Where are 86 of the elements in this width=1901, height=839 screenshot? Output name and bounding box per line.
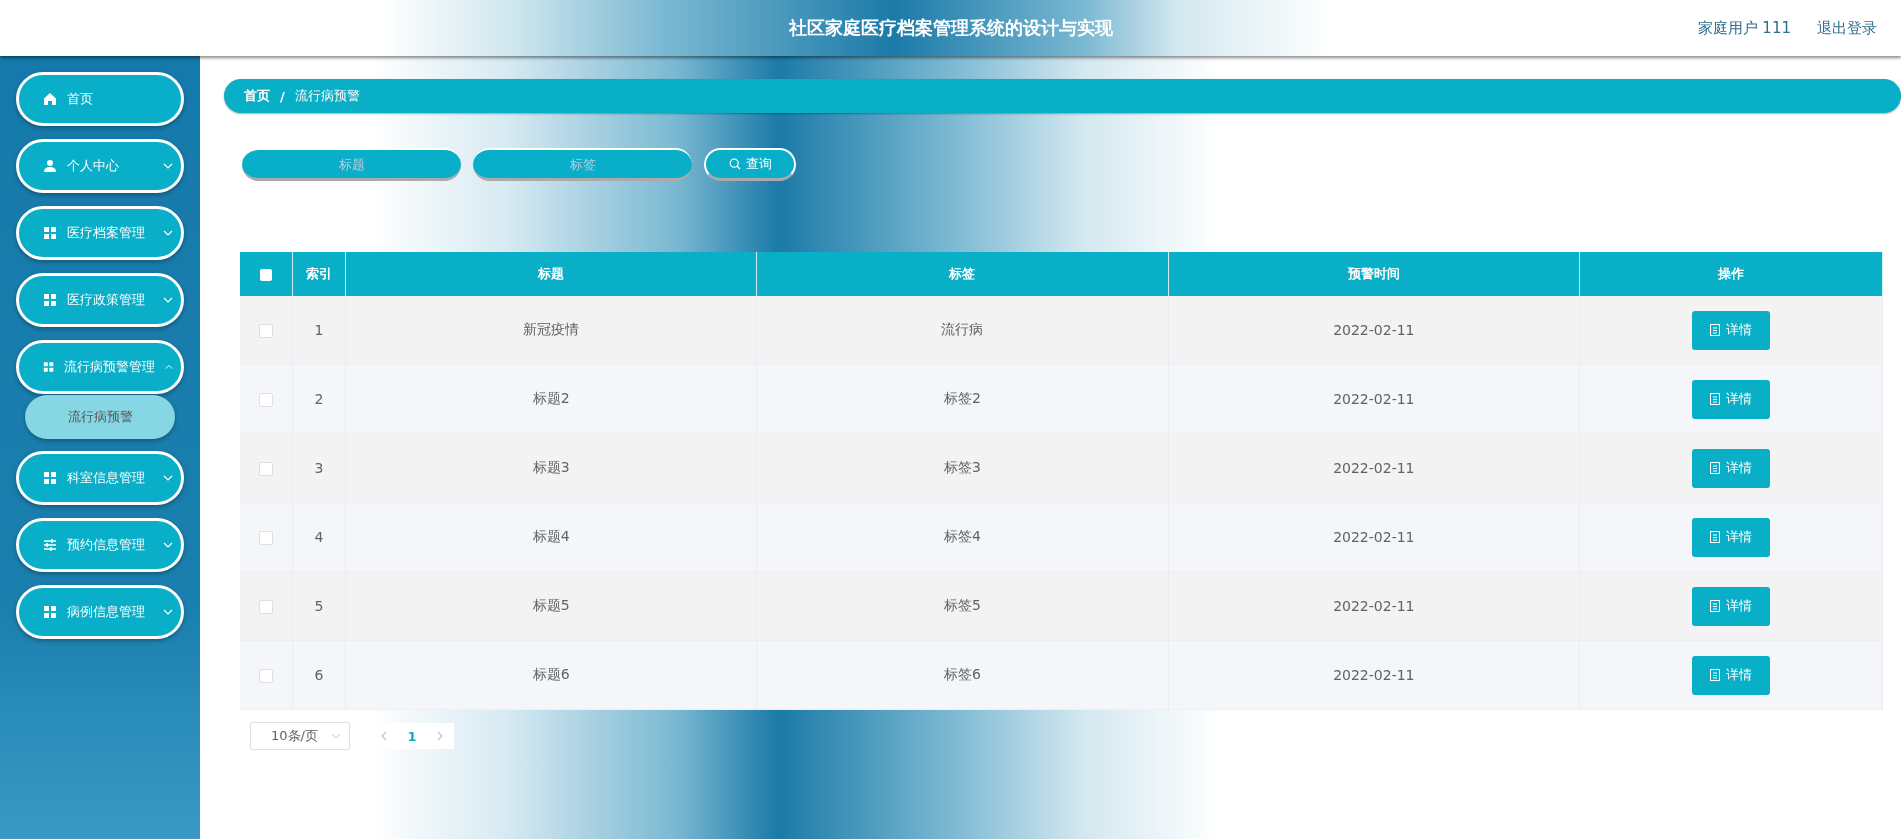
detail-button[interactable]: 详情 bbox=[1692, 586, 1770, 626]
chevron-icon bbox=[163, 230, 173, 236]
row-checkbox[interactable] bbox=[259, 462, 273, 476]
app-title: 社区家庭医疗档案管理系统的设计与实现 bbox=[788, 16, 1113, 40]
table-cell: 3 bbox=[292, 433, 346, 503]
table-cell: 5 bbox=[292, 571, 346, 641]
document-icon bbox=[1710, 669, 1720, 681]
table-cell: 标题4 bbox=[345, 502, 757, 572]
page-size-select[interactable]: 10条/页 bbox=[250, 722, 350, 750]
table-cell: 流行病 bbox=[756, 296, 1169, 365]
menu-item[interactable]: 医疗政策管理 bbox=[16, 273, 184, 327]
table-cell: 2022-02-11 bbox=[1168, 571, 1580, 641]
user-icon bbox=[43, 159, 57, 173]
table-cell: 2 bbox=[292, 364, 346, 434]
table-cell: 标题3 bbox=[345, 433, 757, 503]
row-checkbox[interactable] bbox=[259, 531, 273, 545]
row-checkbox[interactable] bbox=[259, 669, 273, 683]
select-all-checkbox[interactable] bbox=[260, 269, 272, 281]
chevron-icon bbox=[163, 475, 173, 481]
chevron-icon bbox=[163, 297, 173, 303]
chevron-icon bbox=[163, 163, 173, 169]
menu-item[interactable]: 科室信息管理 bbox=[16, 451, 184, 505]
grid-icon bbox=[43, 293, 57, 307]
search-icon bbox=[728, 158, 741, 170]
home-icon bbox=[43, 92, 57, 106]
grid-icon bbox=[43, 605, 57, 619]
row-checkbox[interactable] bbox=[259, 324, 273, 338]
table-cell: 1 bbox=[292, 296, 346, 365]
table-cell: 标签6 bbox=[756, 640, 1169, 710]
grid-icon bbox=[43, 360, 55, 374]
table-cell: 标签4 bbox=[756, 502, 1169, 572]
table-cell: 2022-02-11 bbox=[1168, 433, 1580, 503]
table-cell: 标题2 bbox=[345, 364, 757, 434]
grid-icon bbox=[43, 471, 57, 485]
table-cell: 2022-02-11 bbox=[1168, 364, 1580, 434]
detail-button[interactable]: 详情 bbox=[1692, 517, 1770, 557]
table-cell: 标签3 bbox=[756, 433, 1169, 503]
user-name: 家庭用户 111 bbox=[1697, 18, 1791, 38]
chevron-icon bbox=[163, 542, 173, 548]
menu-item[interactable]: 医疗档案管理 bbox=[16, 206, 184, 260]
table-cell: 2022-02-11 bbox=[1168, 640, 1580, 710]
logout-link[interactable]: 退出登录 bbox=[1817, 18, 1877, 38]
column-header: 操作 bbox=[1579, 252, 1883, 296]
detail-button[interactable]: 详情 bbox=[1692, 310, 1770, 350]
document-icon bbox=[1710, 531, 1720, 543]
table-cell: 标签5 bbox=[756, 571, 1169, 641]
menu-item[interactable]: 预约信息管理 bbox=[16, 518, 184, 572]
table-cell: 2022-02-11 bbox=[1168, 296, 1580, 365]
chevron-icon bbox=[163, 609, 173, 615]
menu-item[interactable]: 首页 bbox=[16, 72, 184, 126]
chevron-icon bbox=[165, 364, 173, 370]
breadcrumb-item: 流行病预警 bbox=[294, 87, 360, 105]
row-checkbox[interactable] bbox=[259, 393, 273, 407]
table-cell: 标题5 bbox=[345, 571, 757, 641]
breadcrumb-separator: / bbox=[280, 88, 285, 104]
detail-button[interactable]: 详情 bbox=[1692, 655, 1770, 695]
menu-item[interactable]: 病例信息管理 bbox=[16, 585, 184, 639]
document-icon bbox=[1710, 600, 1720, 612]
menu-item[interactable]: 流行病预警管理 bbox=[16, 340, 184, 394]
chevron-right-icon bbox=[437, 731, 443, 741]
table-cell: 2022-02-11 bbox=[1168, 502, 1580, 572]
grid-icon bbox=[43, 226, 57, 240]
search-field[interactable]: 标签 bbox=[473, 148, 692, 181]
column-header: 索引 bbox=[292, 252, 346, 296]
submenu-item[interactable]: 流行病预警 bbox=[25, 395, 175, 439]
breadcrumb-item[interactable]: 首页 bbox=[244, 87, 270, 105]
table-cell: 6 bbox=[292, 640, 346, 710]
document-icon bbox=[1710, 393, 1720, 405]
chevron-icon bbox=[331, 733, 341, 739]
chevron-left-icon bbox=[381, 731, 387, 741]
table-cell: 标题6 bbox=[345, 640, 757, 710]
column-header: 标签 bbox=[756, 252, 1169, 296]
table-cell: 4 bbox=[292, 502, 346, 572]
search-button[interactable]: 查询 bbox=[704, 148, 796, 181]
sliders-icon bbox=[43, 538, 57, 552]
detail-button[interactable]: 详情 bbox=[1692, 448, 1770, 488]
menu-item[interactable]: 个人中心 bbox=[16, 139, 184, 193]
document-icon bbox=[1710, 324, 1720, 336]
search-field[interactable]: 标题 bbox=[242, 148, 461, 181]
table-cell: 标签2 bbox=[756, 364, 1169, 434]
column-header: 标题 bbox=[345, 252, 757, 296]
detail-button[interactable]: 详情 bbox=[1692, 379, 1770, 419]
document-icon bbox=[1710, 462, 1720, 474]
column-header: 预警时间 bbox=[1168, 252, 1580, 296]
row-checkbox[interactable] bbox=[259, 600, 273, 614]
table-cell: 新冠疫情 bbox=[345, 296, 757, 365]
